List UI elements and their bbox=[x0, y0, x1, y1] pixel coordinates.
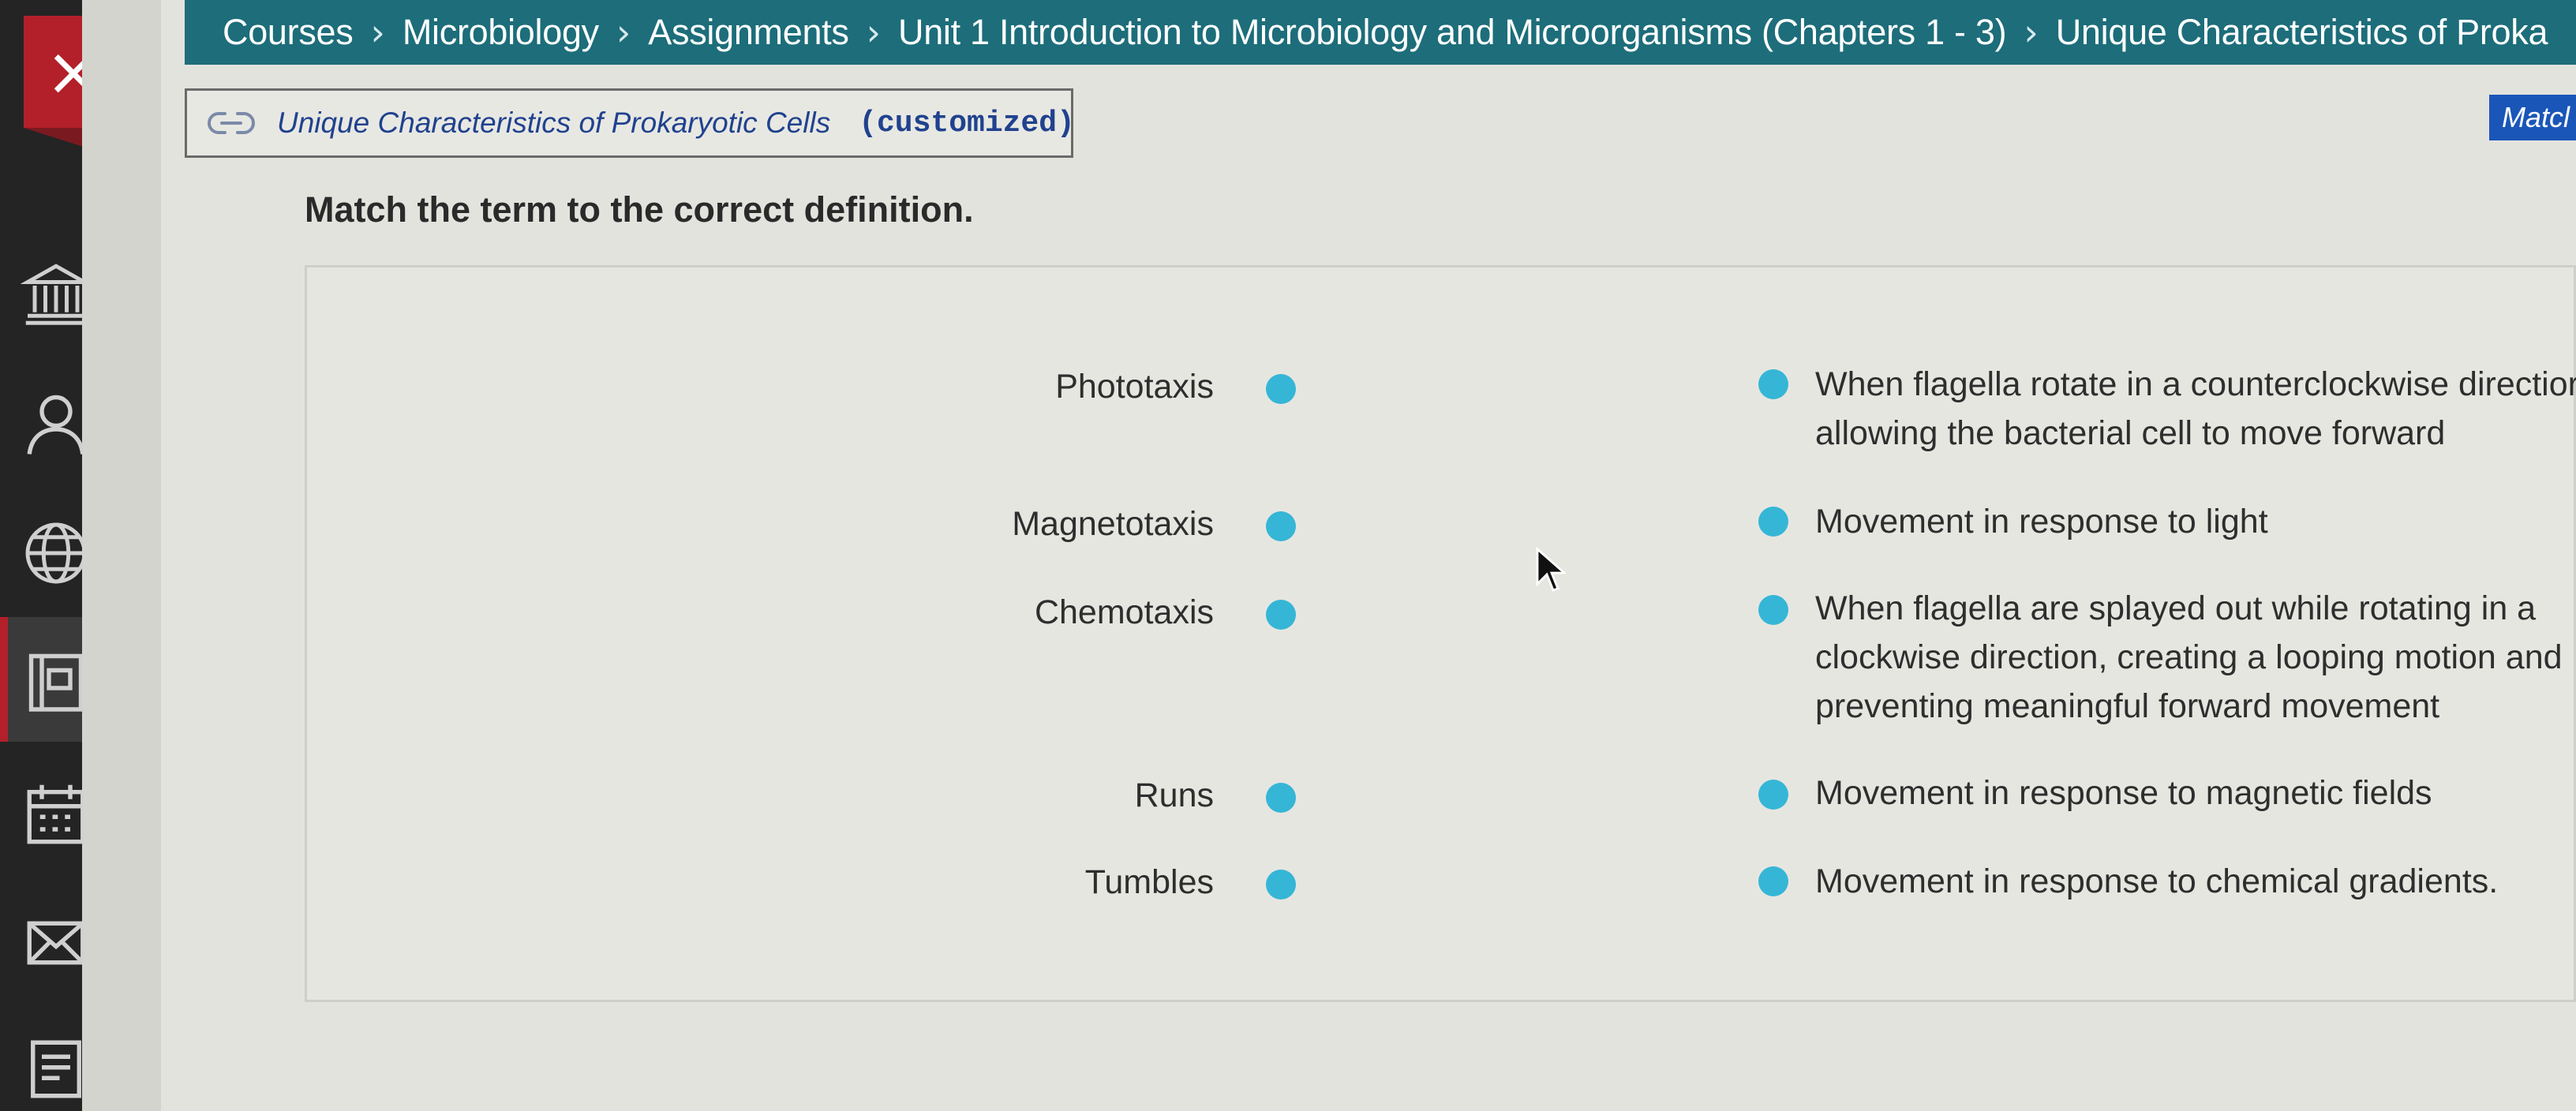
definition-line: Movement in response to light bbox=[1815, 503, 2268, 541]
term-connector-dot[interactable] bbox=[1266, 783, 1296, 813]
definition-line: When flagella rotate in a counterclockwi… bbox=[1815, 365, 2576, 403]
chevron-right-icon: › bbox=[2024, 11, 2039, 54]
definition-connector-dot[interactable] bbox=[1758, 595, 1788, 625]
breadcrumb-microbiology[interactable]: Microbiology bbox=[402, 12, 599, 53]
term-connector-dot[interactable] bbox=[1266, 374, 1296, 404]
term-magnetotaxis[interactable]: Magnetotaxis bbox=[1012, 505, 1214, 544]
chevron-right-icon: › bbox=[866, 11, 881, 54]
definition-connector-dot[interactable] bbox=[1758, 780, 1788, 810]
assignment-title-link[interactable]: Unique Characteristics of Prokaryotic Ce… bbox=[185, 88, 1073, 158]
page-gutter bbox=[82, 0, 161, 1111]
inbox-icon[interactable] bbox=[21, 907, 92, 978]
chevron-right-icon: › bbox=[370, 11, 385, 54]
definition-connector-dot[interactable] bbox=[1758, 507, 1788, 537]
breadcrumb-assignments[interactable]: Assignments bbox=[648, 12, 849, 53]
definition-5[interactable]: Movement in response to chemical gradien… bbox=[1815, 857, 2576, 906]
breadcrumb-unit-1[interactable]: Unit 1 Introduction to Microbiology and … bbox=[898, 12, 2007, 53]
term-connector-dot[interactable] bbox=[1266, 600, 1296, 630]
definition-line: Movement in response to magnetic fields bbox=[1815, 774, 2432, 812]
assignment-customized-tag: (customized) bbox=[859, 106, 1073, 140]
term-phototaxis[interactable]: Phototaxis bbox=[1055, 368, 1214, 406]
user-icon[interactable] bbox=[21, 387, 92, 458]
term-connector-dot[interactable] bbox=[1266, 511, 1296, 541]
term-chemotaxis[interactable]: Chemotaxis bbox=[1035, 593, 1214, 632]
term-runs[interactable]: Runs bbox=[1135, 776, 1214, 815]
assignment-title[interactable]: Unique Characteristics of Prokaryotic Ce… bbox=[277, 107, 830, 140]
definition-1[interactable]: When flagella rotate in a counterclockwi… bbox=[1815, 360, 2576, 458]
question-instructions: Match the term to the correct definition… bbox=[305, 189, 974, 230]
term-tumbles[interactable]: Tumbles bbox=[1085, 863, 1214, 902]
definition-line: preventing meaningful forward movement bbox=[1815, 687, 2440, 725]
link-icon bbox=[206, 107, 256, 139]
notes-icon[interactable] bbox=[21, 1034, 92, 1105]
term-connector-dot[interactable] bbox=[1266, 870, 1296, 900]
match-button[interactable]: Matcl bbox=[2489, 95, 2576, 140]
definition-connector-dot[interactable] bbox=[1758, 866, 1788, 896]
institution-icon[interactable] bbox=[20, 257, 92, 328]
mouse-cursor-icon bbox=[1534, 546, 1567, 593]
definition-line: When flagella are splayed out while rota… bbox=[1815, 589, 2537, 627]
definition-line: allowing the bacterial cell to move forw… bbox=[1815, 414, 2446, 452]
breadcrumb-current-assignment: Unique Characteristics of Proka bbox=[2055, 12, 2548, 52]
breadcrumb: Courses › Microbiology › Assignments › U… bbox=[185, 0, 2576, 65]
definition-2[interactable]: Movement in response to light bbox=[1815, 497, 2576, 546]
breadcrumb-courses[interactable]: Courses bbox=[223, 12, 354, 53]
calendar-icon[interactable] bbox=[21, 780, 92, 851]
definition-connector-dot[interactable] bbox=[1758, 369, 1788, 399]
globe-icon[interactable] bbox=[21, 518, 92, 589]
chevron-right-icon: › bbox=[616, 11, 631, 54]
courses-icon[interactable] bbox=[21, 645, 92, 716]
definition-3[interactable]: When flagella are splayed out while rota… bbox=[1815, 584, 2576, 731]
definition-4[interactable]: Movement in response to magnetic fields bbox=[1815, 769, 2576, 817]
definition-line: Movement in response to chemical gradien… bbox=[1815, 862, 2499, 900]
definition-line: clockwise direction, creating a looping … bbox=[1815, 638, 2563, 676]
